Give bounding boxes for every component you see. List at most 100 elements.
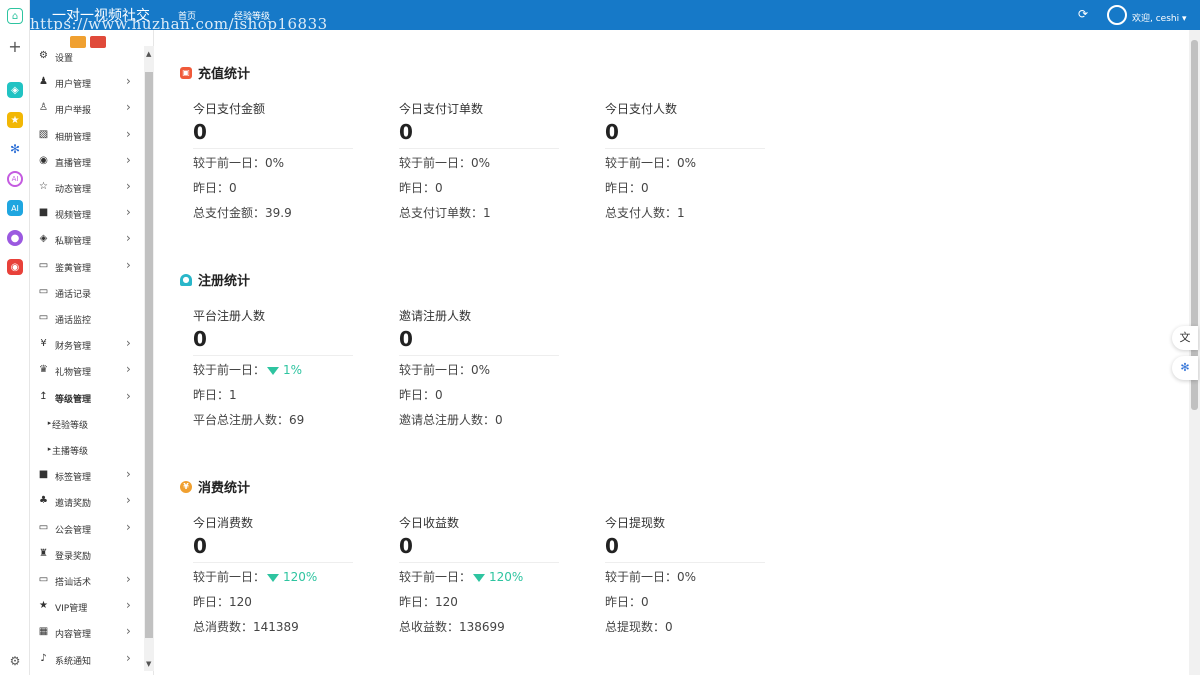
welcome-user[interactable]: 欢迎, ceshi ▾ (1132, 11, 1187, 24)
sidebar-item[interactable]: ▸ 主播等级 (30, 436, 144, 462)
stat-label: 邀请注册人数 (399, 309, 472, 323)
sidebar-item[interactable]: ♙ 用户举报 › (30, 95, 144, 121)
sidebar-item[interactable]: ▭ 鉴黄管理 › (30, 253, 144, 279)
stat-yesterday: 昨日：0 (605, 181, 649, 195)
scroll-up-icon[interactable]: ▲ (146, 50, 151, 58)
sidebar-item[interactable]: ♛ 礼物管理 › (30, 357, 144, 383)
sidebar-item[interactable]: ▭ 通话监控 (30, 305, 144, 331)
sidebar-item-label: 用户管理 (55, 80, 92, 91)
monitor-icon: ▭ (38, 285, 49, 297)
eye-app-icon[interactable]: ● (7, 230, 23, 246)
chevron-right-icon: › (126, 257, 131, 272)
translate-float-icon[interactable]: 文 (1172, 326, 1198, 350)
network-app-icon[interactable]: ✻ (7, 141, 23, 157)
caret-down-icon: ▾ (1181, 14, 1187, 24)
stat-label: 今日支付订单数 (399, 102, 484, 116)
sidebar-item[interactable]: ◈ 私聊管理 › (30, 226, 144, 252)
stat-compare: 较于前一日： 1% (193, 361, 302, 378)
yen-coin-icon: ¥ (180, 480, 192, 493)
plus-icon[interactable]: + (7, 37, 23, 56)
divider (605, 148, 765, 149)
down-triangle-icon (267, 366, 280, 375)
sidebar-item-label: 相册管理 (55, 132, 92, 143)
stat-value: 0 (193, 120, 207, 144)
refresh-icon[interactable]: ⟳ (1078, 7, 1088, 21)
stat-yesterday: 昨日：0 (399, 181, 443, 195)
sidebar-item[interactable]: ◉ 直播管理 › (30, 148, 144, 174)
settings-gear-icon[interactable]: ⚙ (7, 653, 23, 669)
sidebar-scroll-thumb[interactable] (145, 72, 153, 638)
stat-value: 0 (399, 327, 413, 351)
down-triangle-icon (473, 573, 486, 582)
gift-icon: ♛ (39, 364, 48, 376)
sidebar-item[interactable]: ¥ 财务管理 › (30, 331, 144, 357)
sidebar-item[interactable]: ♣ 邀请奖励 › (30, 488, 144, 514)
star-app-icon[interactable]: ★ (7, 112, 23, 128)
sidebar-item[interactable]: ▦ 内容管理 › (30, 619, 144, 645)
sidebar-item-label: 搭讪话术 (55, 578, 92, 588)
main-scroll-thumb[interactable] (1191, 40, 1198, 410)
divider (399, 148, 559, 149)
sidebar-item[interactable]: ♪ 系统通知 › (30, 646, 144, 672)
sidebar-item[interactable]: ♜ 登录奖励 (30, 541, 144, 567)
scroll-down-icon[interactable]: ▼ (146, 660, 151, 668)
monitor-icon: ▭ (38, 574, 49, 585)
chat-app-icon[interactable]: ◈ (7, 82, 23, 98)
stat-label: 今日消费数 (193, 516, 254, 530)
stat-compare: 较于前一日： 120% (399, 568, 523, 585)
ai-app-icon[interactable]: AI (7, 200, 23, 216)
chevron-right-icon: › (126, 598, 131, 613)
trophy-icon: ♜ (39, 547, 48, 559)
stat-total: 总消费数：141389 (193, 620, 299, 634)
yen-icon: ¥ (40, 338, 47, 350)
sidebar-item-label: 直播管理 (55, 158, 92, 169)
sidebar-scrollbar[interactable]: ▲ ▼ (144, 46, 154, 671)
sidebar-item[interactable]: ■ 标签管理 › (30, 462, 144, 488)
home-icon[interactable]: ⌂ (7, 8, 23, 24)
sidebar-item[interactable]: ▭ 通话记录 (30, 279, 144, 305)
sidebar-item[interactable]: ▭ 搭讪话术 › (30, 567, 144, 593)
divider (399, 355, 559, 356)
network-float-icon[interactable]: ✻ (1172, 356, 1198, 380)
register-section-title: ● 注册统计 (180, 270, 250, 289)
sidebar-item[interactable]: ▸ 经验等级 (30, 410, 144, 436)
main-scrollbar[interactable] (1189, 30, 1200, 675)
eye-icon: ◉ (39, 154, 48, 166)
sidebar-item[interactable]: ↥ 等级管理 › (30, 384, 144, 410)
ai-ring-app-icon[interactable]: AI (7, 171, 23, 187)
stat-compare: 较于前一日：0% (605, 156, 697, 170)
welcome-text: 欢迎, ceshi (1132, 14, 1180, 24)
chevron-right-icon: › (126, 74, 131, 89)
stat-label: 今日提现数 (605, 516, 666, 530)
level-up-icon: ↥ (39, 390, 48, 402)
sidebar-item[interactable]: ⚙ 设置 (30, 43, 144, 69)
stat-total: 平台总注册人数：69 (193, 413, 305, 427)
sidebar-item[interactable]: ♟ 用户管理 › (30, 69, 144, 95)
sidebar-item-label: 邀请奖励 (55, 499, 92, 510)
stat-yesterday: 昨日：0 (605, 595, 649, 609)
sitemap-icon: ♣ (39, 495, 48, 507)
stat-compare: 较于前一日：0% (193, 156, 285, 170)
chevron-right-icon: › (126, 231, 131, 246)
sidebar-item[interactable]: ▧ 相册管理 › (30, 122, 144, 148)
register-title-text: 注册统计 (198, 274, 251, 289)
monitor-icon: ▭ (38, 259, 49, 271)
sidebar-item[interactable]: ▭ 公会管理 › (30, 515, 144, 541)
user-avatar-icon[interactable] (1107, 5, 1127, 25)
users-icon: ♟ (39, 76, 48, 88)
chevron-right-icon: › (126, 205, 131, 220)
gamepad-app-icon[interactable]: ◉ (7, 259, 23, 275)
stat-total: 总收益数：138699 (399, 620, 505, 634)
sidebar-item[interactable]: ★ VIP管理 › (30, 593, 144, 619)
image-icon: ▧ (38, 128, 49, 140)
sidebar-item[interactable]: ■ 视频管理 › (30, 200, 144, 226)
divider (399, 562, 559, 563)
chevron-right-icon: › (126, 493, 131, 508)
compare-change: 1% (283, 363, 303, 377)
stat-value: 0 (399, 534, 413, 558)
stat-total: 总支付订单数：1 (399, 206, 491, 220)
chevron-right-icon: › (126, 100, 131, 115)
stat-yesterday: 昨日：120 (193, 595, 252, 609)
stat-label: 今日收益数 (399, 516, 460, 530)
sidebar-item[interactable]: ☆ 动态管理 › (30, 174, 144, 200)
